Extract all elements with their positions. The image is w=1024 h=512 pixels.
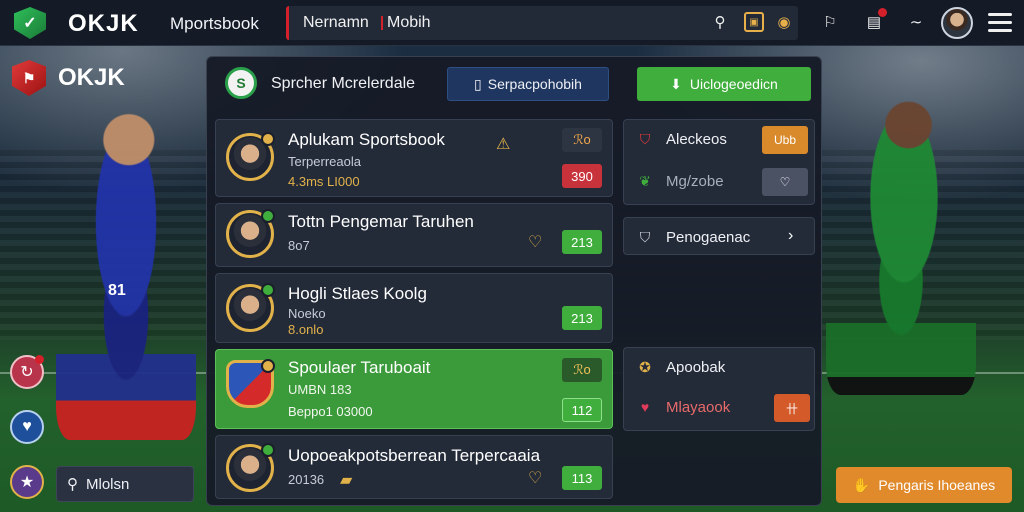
playbook-label: Mlayaook <box>666 398 731 416</box>
hamburger-menu-icon[interactable] <box>988 13 1012 33</box>
panel-logo-icon: S <box>225 67 257 99</box>
search-icon: ⚲ <box>67 476 78 493</box>
event-title: Spoulaer Taruboait <box>288 358 431 377</box>
brand-name[interactable]: OKJK <box>68 10 139 38</box>
event-meta: 4.3ms LI000 <box>288 174 360 189</box>
settings-box[interactable]: ⛉ Penogaenac › <box>623 217 815 255</box>
promo-cta-button[interactable]: ✋ Pengaris Ihoeanes <box>836 467 1012 503</box>
odds-button[interactable]: 213 <box>562 230 602 254</box>
event-card-1[interactable]: Aplukam Sportsbook Terperreaola 4.3ms LI… <box>215 119 613 197</box>
alerts-button[interactable]: Ubb <box>762 126 808 154</box>
panel-title: Sprcher Mcrelerdale <box>271 75 416 92</box>
event-meta: 8.onlo <box>288 322 324 337</box>
team-badge-icon <box>226 209 275 258</box>
download-button-label: Uiclogeoedicn <box>689 76 778 92</box>
event-title: Hogli Stlaes Koolg <box>288 284 427 303</box>
download-button[interactable]: ⬇ Uiclogeoedicn <box>637 67 811 101</box>
ticket-icon: ▰ <box>340 472 353 489</box>
event-subtitle: Terperreaola <box>288 154 361 169</box>
settings-row: ⛉ Penogaenac <box>634 226 751 248</box>
search-separator <box>381 16 383 30</box>
shield-outline-icon: ⛉ <box>639 228 651 245</box>
event-card-2[interactable]: Tottn Pengemar Taruhen 8o7 ♡ 213 <box>215 203 613 267</box>
top-bar: ✓ OKJK Mportsbook Nernamn Mobih ⚲ ▣ ◉ ⚐ … <box>0 0 1024 46</box>
coin-icon[interactable]: ◉ <box>774 12 794 32</box>
bookmark-icon[interactable]: ⚐ <box>820 12 840 32</box>
trend-icon[interactable]: ∼ <box>906 12 926 32</box>
odds-alt-button[interactable]: ℛo <box>562 128 602 152</box>
mobile-toggle-icon[interactable]: ♡ <box>762 168 808 196</box>
odds-button[interactable]: 112 <box>562 398 602 422</box>
mobile-label: Mg/zobe <box>666 172 724 190</box>
search-mobile-label: Mobih <box>387 14 431 31</box>
event-title: Aplukam Sportsbook <box>288 130 445 149</box>
badge-status-icon <box>261 283 275 297</box>
team-badge-icon <box>226 443 275 492</box>
alerts-label: Aleckeos <box>666 130 727 148</box>
odds-button[interactable]: 213 <box>562 306 602 330</box>
event-subtitle: UMBN 183 <box>288 382 352 397</box>
nav-sportsbook-link[interactable]: Mportsbook <box>170 14 259 34</box>
team-shield-icon <box>226 359 275 408</box>
notification-badge <box>878 8 887 17</box>
player-left-image <box>56 110 196 440</box>
refresh-fab-icon[interactable]: ↻ <box>10 355 44 389</box>
event-card-4-selected[interactable]: Spoulaer Taruboait UMBN 183 Beppo1 03000… <box>215 349 613 429</box>
league-fab-icon[interactable]: ★ <box>10 465 44 499</box>
side-brand-name: OKJK <box>58 64 125 91</box>
event-subtitle: Noeko <box>288 306 326 321</box>
player-left-number: 81 <box>108 282 126 299</box>
team-badge-icon <box>226 132 275 181</box>
event-subtitle: 8o7 <box>288 238 310 253</box>
chevron-right-icon: › <box>788 227 794 244</box>
badge-status-icon <box>261 132 275 146</box>
badge-status-icon <box>261 443 275 457</box>
favorite-heart-icon[interactable]: ♡ <box>528 232 542 252</box>
download-icon: ⬇ <box>670 75 682 92</box>
fab-badge <box>35 355 44 364</box>
mobile-icon: ▯ <box>474 75 482 92</box>
main-panel: S Sprcher Mcrelerdale ▯ Serpacpohobih ⬇ … <box>206 56 822 506</box>
badge-status-icon <box>261 209 275 223</box>
playbook-row[interactable]: ♥ Mlayaook <box>634 396 730 418</box>
event-subtitle: 20136 <box>288 472 325 487</box>
event-meta: Beppo1 03000 <box>288 404 373 419</box>
event-card-5[interactable]: Uopoeakpotsberrean Terpercaaia 20136 ▰ ♡… <box>215 435 613 499</box>
search-button[interactable]: ⚲ Mlolsn <box>56 466 194 502</box>
alerts-row[interactable]: ⛉ Aleckeos <box>634 128 727 150</box>
medal-icon: ✪ <box>639 358 651 375</box>
search-button-label: Mlolsn <box>86 475 130 493</box>
settings-label: Penogaenac <box>666 228 751 246</box>
leaf-icon: ❦ <box>639 172 651 189</box>
bell-icon[interactable]: ⚠ <box>496 134 510 154</box>
mobile-row[interactable]: ❦ Mg/zobe <box>634 170 724 192</box>
user-pin-icon[interactable]: ⚲ <box>710 12 730 32</box>
favorite-fab-icon[interactable]: ♥ <box>10 410 44 444</box>
promo-label: Apoobak <box>666 358 726 376</box>
player-right-image <box>826 95 976 395</box>
odds-button[interactable]: 390 <box>562 164 602 188</box>
shield-icon: ⛉ <box>639 130 651 147</box>
odds-button[interactable]: 113 <box>562 466 602 490</box>
search-name-label: Nernamn <box>303 14 369 31</box>
gift-icon[interactable]: 卄 <box>774 394 810 422</box>
event-title: Uopoeakpotsberrean Terpercaaia <box>288 446 541 465</box>
event-title: Tottn Pengemar Taruhen <box>288 212 474 231</box>
promo-cta-label: Pengaris Ihoeanes <box>878 477 996 493</box>
sportsbook-mobile-button-label: Serpacpohobih <box>487 76 582 92</box>
team-badge-icon <box>226 283 275 332</box>
event-card-3[interactable]: Hogli Stlaes Koolg Noeko 8.onlo 213 <box>215 273 613 343</box>
heart-icon: ♥ <box>640 399 650 415</box>
brand-logo-icon[interactable]: ✓ <box>14 7 46 39</box>
user-avatar[interactable] <box>941 7 973 39</box>
alerts-box: ⛉ Aleckeos Ubb ❦ Mg/zobe ♡ <box>623 119 815 205</box>
calendar-icon[interactable]: ▣ <box>744 12 764 32</box>
promo-box: ✪ Apoobak ♥ Mlayaook 卄 <box>623 347 815 431</box>
favorite-heart-icon[interactable]: ♡ <box>528 468 542 488</box>
promo-row[interactable]: ✪ Apoobak <box>634 356 725 378</box>
badge-status-icon <box>261 359 275 373</box>
odds-alt-button[interactable]: ℛo <box>562 358 602 382</box>
hand-icon: ✋ <box>852 476 871 493</box>
sportsbook-mobile-button[interactable]: ▯ Serpacpohobih <box>447 67 609 101</box>
